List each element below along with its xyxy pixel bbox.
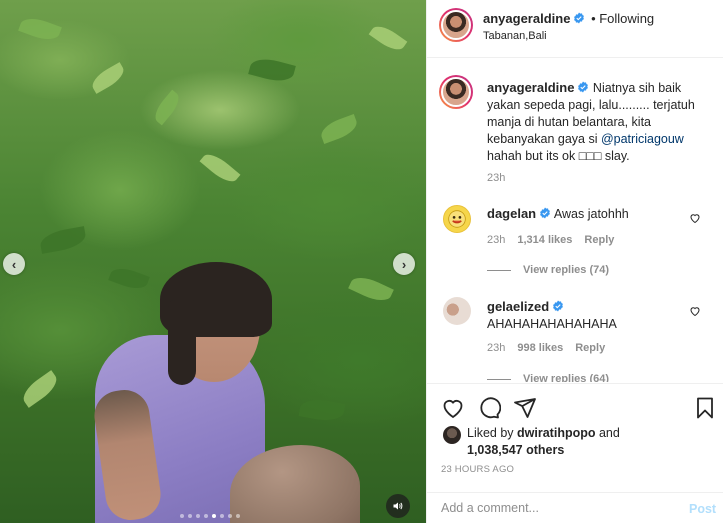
comment-like-heart-icon[interactable]	[689, 212, 701, 224]
comment-meta: 23h 998 likes Reply	[487, 342, 605, 354]
comments-list[interactable]: anyageraldine Niatnya sih baik yakan sep…	[427, 59, 723, 382]
sound-toggle-button[interactable]	[386, 494, 410, 518]
following-button[interactable]: Following	[599, 11, 654, 26]
comment-text: AHAHAHAHAHAHAHA	[487, 317, 617, 331]
post-side-panel: anyageraldine • Following Tabanan,Bali a…	[426, 0, 723, 523]
comment-text: Awas jatohhh	[553, 207, 629, 221]
heart-icon[interactable]	[441, 396, 465, 420]
view-replies-button[interactable]: View replies (74)	[487, 264, 609, 276]
add-comment-bar: Post	[427, 492, 723, 523]
likes-summary: Liked by dwiratihpopo and 1,038,547 othe…	[467, 426, 620, 457]
verified-icon	[574, 12, 585, 24]
comment-likes[interactable]: 1,314 likes	[517, 234, 572, 246]
author-avatar[interactable]	[439, 8, 473, 42]
carousel-dot	[220, 514, 224, 518]
reply-button[interactable]: Reply	[575, 342, 605, 354]
post-header: anyageraldine • Following Tabanan,Bali	[427, 0, 723, 58]
carousel-dot	[228, 514, 232, 518]
comment-likes[interactable]: 998 likes	[517, 342, 563, 354]
comment-icon[interactable]	[477, 396, 501, 420]
share-icon[interactable]	[513, 396, 537, 420]
comment-time[interactable]: 23h	[487, 234, 505, 246]
post-caption: anyageraldine Niatnya sih baik yakan sep…	[487, 79, 717, 165]
liker-username[interactable]: dwiratihpopo	[517, 426, 595, 440]
caption-author-avatar[interactable]	[439, 75, 473, 109]
caption-username[interactable]: anyageraldine	[487, 80, 574, 95]
caption-time[interactable]: 23h	[487, 172, 505, 184]
post-timestamp[interactable]: 23 HOURS AGO	[441, 464, 514, 475]
view-replies-button[interactable]: View replies (64)	[487, 373, 609, 382]
comment-time[interactable]: 23h	[487, 342, 505, 354]
comment-username[interactable]: dagelan	[487, 206, 536, 221]
author-username[interactable]: anyageraldine	[483, 11, 570, 26]
post-comment-button[interactable]: Post	[689, 502, 716, 516]
commenter-avatar[interactable]	[443, 297, 471, 325]
comment-meta: 23h 1,314 likes Reply	[487, 234, 614, 246]
liker-avatar[interactable]	[443, 426, 461, 444]
verified-icon	[553, 300, 564, 312]
reply-button[interactable]: Reply	[584, 234, 614, 246]
carousel-dot	[196, 514, 200, 518]
post-media[interactable]: ‹ ›	[0, 0, 426, 523]
commenter-avatar[interactable]	[443, 205, 471, 233]
carousel-dot	[236, 514, 240, 518]
likes-count[interactable]: 1,038,547 others	[467, 443, 564, 457]
caption-text-part2: hahah but its ok □□□ slay.	[487, 149, 630, 163]
bookmark-icon[interactable]	[693, 396, 717, 420]
comment-username[interactable]: gelaelized	[487, 299, 549, 314]
speaker-icon	[393, 502, 403, 510]
verified-icon	[540, 207, 551, 219]
comment-body: dagelan Awas jatohhh	[487, 206, 629, 222]
verified-icon	[578, 81, 589, 93]
post-location[interactable]: Tabanan,Bali	[483, 30, 547, 42]
smiley-logo-icon	[448, 210, 466, 228]
carousel-next-button[interactable]: ›	[393, 253, 415, 275]
comment-input[interactable]	[441, 501, 671, 515]
carousel-dot	[204, 514, 208, 518]
carousel-dot	[180, 514, 184, 518]
post-actions: Liked by dwiratihpopo and 1,038,547 othe…	[427, 383, 723, 523]
carousel-dots	[180, 514, 240, 518]
caption-mention[interactable]: @patriciagouw	[601, 132, 684, 146]
comment-header: gelaelized	[487, 299, 564, 315]
carousel-dot	[188, 514, 192, 518]
comment-like-heart-icon[interactable]	[689, 305, 701, 317]
carousel-prev-button[interactable]: ‹	[3, 253, 25, 275]
carousel-dot	[212, 514, 216, 518]
